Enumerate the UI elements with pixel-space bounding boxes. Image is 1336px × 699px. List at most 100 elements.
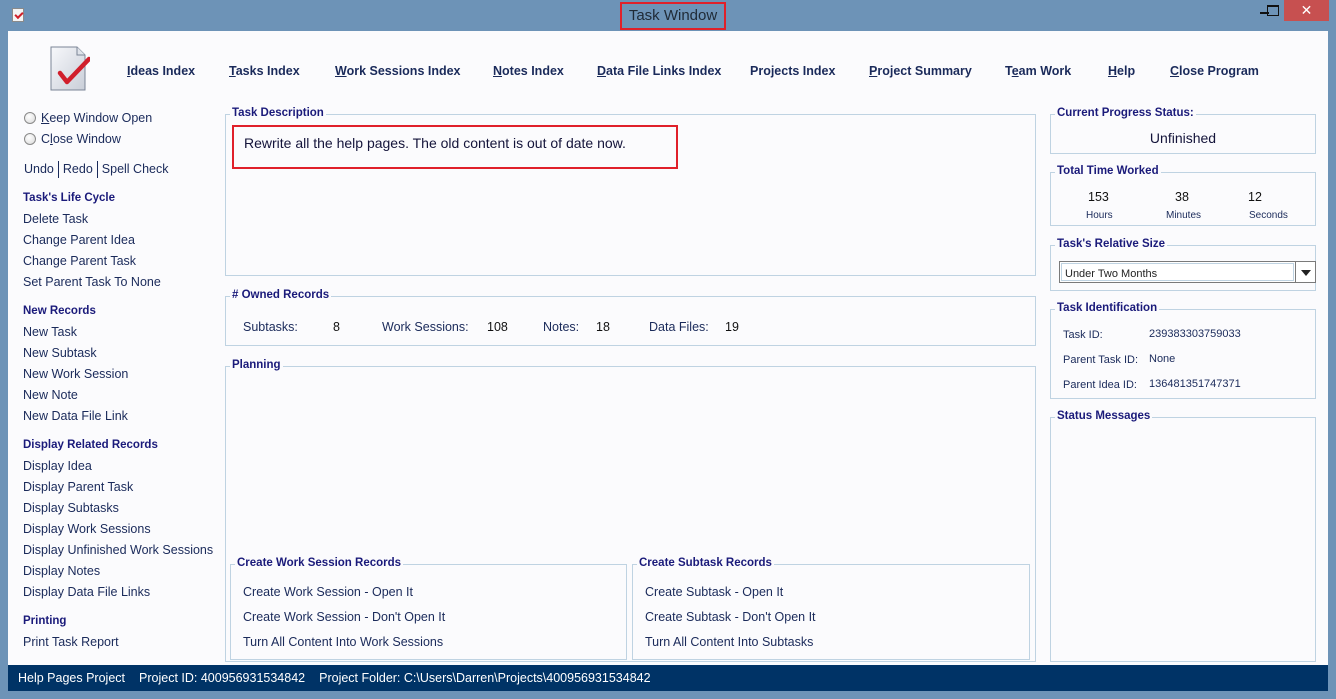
status-bar: Help Pages Project Project ID: 400956931… [8, 665, 1328, 691]
progress-status-group: Current Progress Status: Unfinished [1050, 107, 1316, 154]
section-heading-new-records: New Records [23, 305, 96, 317]
display-unfinished-work-sessions-link[interactable]: Display Unfinished Work Sessions [23, 543, 213, 557]
group-title: Task Description [230, 107, 326, 119]
group-title: Create Work Session Records [235, 557, 404, 569]
new-note-link[interactable]: New Note [23, 388, 78, 402]
undo-button[interactable]: Undo [20, 162, 58, 178]
parent-idea-id-label: Parent Idea ID: [1063, 379, 1137, 391]
task-description-group: Task Description Rewrite all the help pa… [225, 107, 1036, 276]
group-title: Task Identification [1055, 302, 1160, 314]
minutes-value: 38 [1175, 190, 1189, 204]
change-parent-task-link[interactable]: Change Parent Task [23, 254, 136, 268]
subtasks-count: 8 [333, 320, 340, 334]
keep-window-open-radio[interactable]: Keep Window Open [24, 111, 152, 125]
project-folder: Project Folder: C:\Users\Darren\Projects… [319, 671, 651, 685]
display-parent-task-link[interactable]: Display Parent Task [23, 480, 133, 494]
nav-team-work[interactable]: Team Work [1005, 64, 1071, 78]
planning-group: Planning Create Work Session Records Cre… [225, 359, 1036, 662]
parent-task-id-label: Parent Task ID: [1063, 354, 1138, 366]
radio-button[interactable] [24, 112, 36, 124]
maximize-button[interactable] [1257, 0, 1287, 21]
delete-task-link[interactable]: Delete Task [23, 212, 88, 226]
nav-close-program[interactable]: Close Program [1170, 64, 1259, 78]
group-title: Planning [230, 359, 283, 371]
progress-status-value: Unfinished [1149, 130, 1217, 146]
section-heading-printing: Printing [23, 615, 67, 627]
task-document-checkmark-icon [50, 46, 90, 91]
section-heading-display-related: Display Related Records [23, 439, 158, 451]
close-window-button[interactable]: ✕ [1284, 0, 1329, 21]
redo-button[interactable]: Redo [59, 162, 97, 178]
group-title: Create Subtask Records [637, 557, 774, 569]
work-sessions-label: Work Sessions: [382, 320, 469, 334]
nav-work-sessions-index[interactable]: Work Sessions Index [335, 64, 461, 78]
status-messages-group: Status Messages [1050, 410, 1316, 662]
relative-size-selected[interactable]: Under Two Months [1061, 263, 1294, 281]
seconds-value: 12 [1248, 190, 1262, 204]
display-idea-link[interactable]: Display Idea [23, 459, 92, 473]
create-subtask-dont-open-link[interactable]: Create Subtask - Don't Open It [645, 610, 816, 624]
group-title: Task's Relative Size [1055, 238, 1167, 250]
display-subtasks-link[interactable]: Display Subtasks [23, 501, 119, 515]
parent-idea-id-value: 136481351747371 [1149, 378, 1241, 390]
notes-label: Notes: [543, 320, 580, 334]
owned-records-group: # Owned Records Subtasks: 8 Work Session… [225, 289, 1036, 346]
create-subtask-open-link[interactable]: Create Subtask - Open It [645, 585, 783, 599]
nav-help[interactable]: Help [1108, 64, 1135, 78]
create-subtask-records-group: Create Subtask Records Create Subtask - … [632, 557, 1030, 660]
relative-size-group: Task's Relative Size Under Two Months [1050, 238, 1316, 291]
nav-tasks-index[interactable]: Tasks Index [229, 64, 300, 78]
data-files-count: 19 [725, 320, 739, 334]
create-work-session-dont-open-link[interactable]: Create Work Session - Don't Open It [243, 610, 445, 624]
group-title: Current Progress Status: [1055, 107, 1196, 119]
minutes-label: Minutes [1166, 210, 1202, 221]
time-worked-group: Total Time Worked 153 Hours 38 Minutes 1… [1050, 165, 1316, 226]
planning-textarea[interactable] [230, 379, 1030, 554]
task-description-textarea[interactable]: Rewrite all the help pages. The old cont… [232, 125, 678, 169]
notes-count: 18 [596, 320, 610, 334]
task-id-value: 239383303759033 [1149, 328, 1241, 340]
client-area: Ideas Index Tasks Index Work Sessions In… [8, 31, 1328, 691]
spell-check-button[interactable]: Spell Check [98, 162, 173, 178]
seconds-label: Seconds [1249, 210, 1288, 221]
display-work-sessions-link[interactable]: Display Work Sessions [23, 522, 151, 536]
new-data-file-link-link[interactable]: New Data File Link [23, 409, 128, 423]
print-task-report-link[interactable]: Print Task Report [23, 635, 119, 649]
close-window-radio[interactable]: Cl ose Window [24, 132, 121, 146]
edit-toolbar: Undo Redo Spell Check [20, 161, 173, 178]
turn-content-into-subtasks-link[interactable]: Turn All Content Into Subtasks [645, 635, 813, 649]
chevron-down-icon[interactable] [1295, 262, 1315, 282]
nav-data-file-links-index[interactable]: Data File Links Index [597, 64, 721, 78]
task-identification-group: Task Identification Task ID: 23938330375… [1050, 302, 1316, 399]
task-id-label: Task ID: [1063, 329, 1103, 341]
section-heading-life-cycle: Task's Life Cycle [23, 192, 116, 204]
hours-value: 153 [1088, 190, 1109, 204]
project-id: Project ID: 400956931534842 [139, 671, 306, 685]
project-name: Help Pages Project [18, 671, 126, 685]
hours-label: Hours [1086, 210, 1113, 221]
new-subtask-link[interactable]: New Subtask [23, 346, 97, 360]
nav-notes-index[interactable]: Notes Index [493, 64, 564, 78]
subtasks-label: Subtasks: [243, 320, 298, 334]
group-title: # Owned Records [230, 289, 332, 301]
new-task-link[interactable]: New Task [23, 325, 77, 339]
relative-size-dropdown[interactable]: Under Two Months [1059, 261, 1316, 283]
parent-task-id-value: None [1149, 353, 1176, 365]
title-bar: Task Window ✕ [0, 0, 1336, 31]
nav-ideas-index[interactable]: Ideas Index [127, 64, 195, 78]
nav-projects-index[interactable]: Projects Index [750, 64, 835, 78]
group-title: Status Messages [1055, 410, 1153, 422]
set-parent-task-none-link[interactable]: Set Parent Task To None [23, 275, 161, 289]
display-data-file-links-link[interactable]: Display Data File Links [23, 585, 150, 599]
data-files-label: Data Files: [649, 320, 709, 334]
change-parent-idea-link[interactable]: Change Parent Idea [23, 233, 135, 247]
display-notes-link[interactable]: Display Notes [23, 564, 100, 578]
create-work-session-open-link[interactable]: Create Work Session - Open It [243, 585, 413, 599]
radio-button[interactable] [24, 133, 36, 145]
new-work-session-link[interactable]: New Work Session [23, 367, 128, 381]
turn-content-into-work-sessions-link[interactable]: Turn All Content Into Work Sessions [243, 635, 443, 649]
group-title: Total Time Worked [1055, 165, 1161, 177]
nav-project-summary[interactable]: Project Summary [869, 64, 972, 78]
work-sessions-count: 108 [487, 320, 508, 334]
app-checkmark-icon [12, 8, 24, 22]
